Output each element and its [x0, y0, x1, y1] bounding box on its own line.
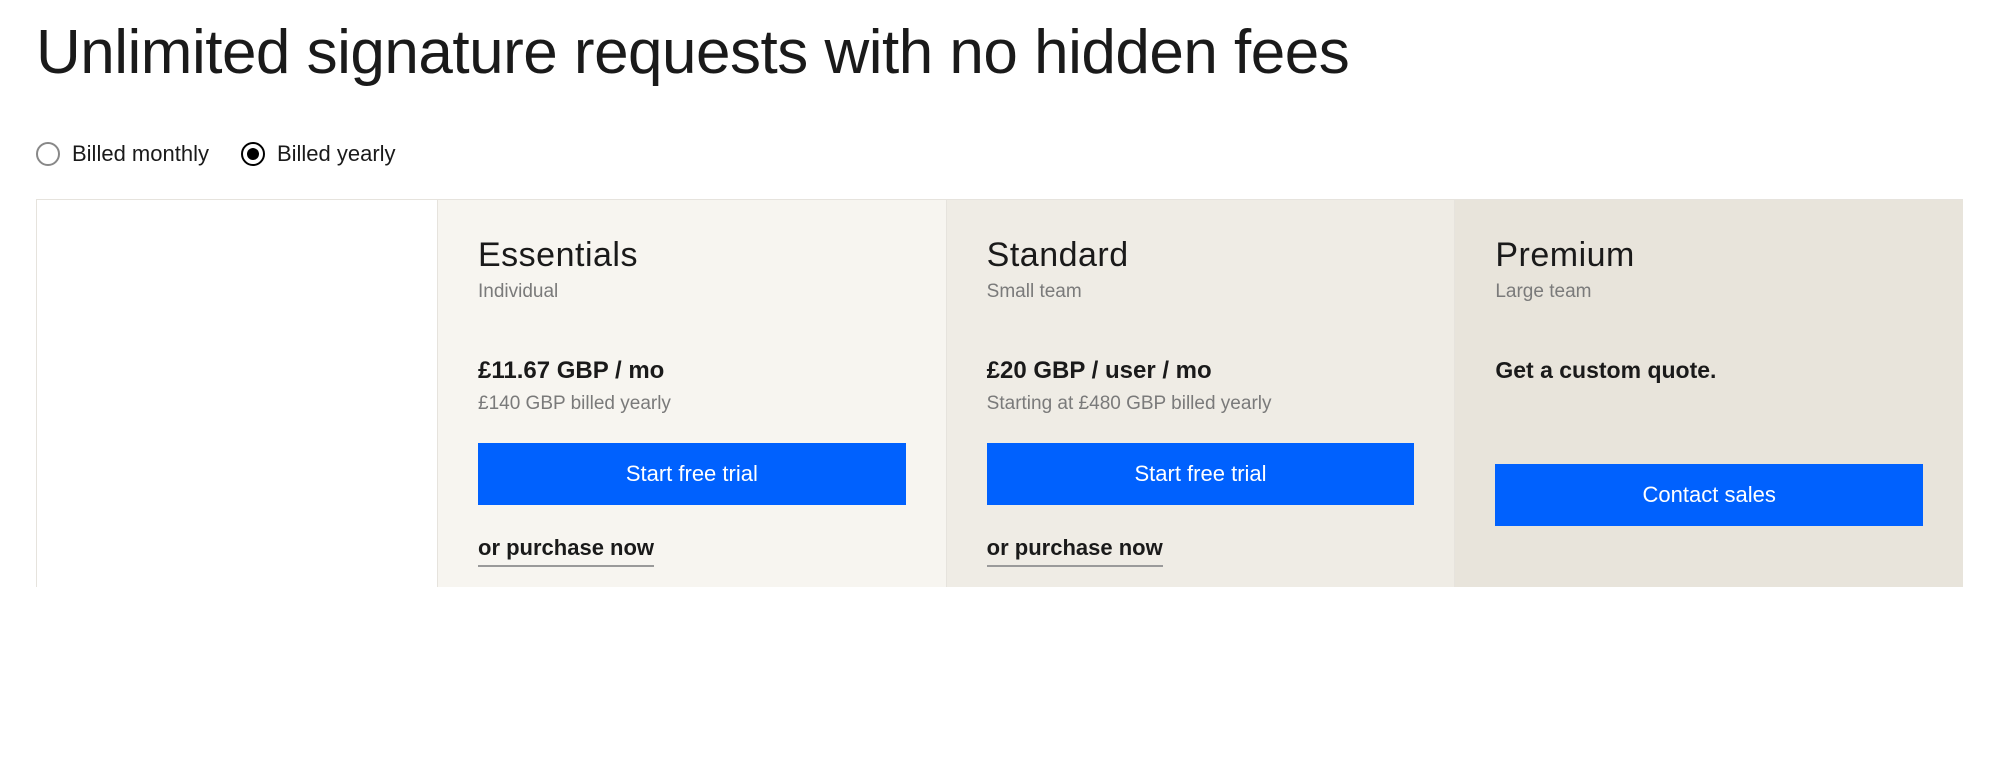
plans-row: Essentials Individual £11.67 GBP / mo £1… [36, 199, 1963, 587]
billed-monthly-radio[interactable]: Billed monthly [36, 141, 209, 167]
plan-audience: Small team [987, 281, 1415, 303]
billed-yearly-radio[interactable]: Billed yearly [241, 141, 396, 167]
plan-quote: Get a custom quote. [1495, 357, 1923, 384]
plan-card-standard: Standard Small team £20 GBP / user / mo … [946, 200, 1455, 587]
plan-audience: Large team [1495, 281, 1923, 303]
billed-yearly-label: Billed yearly [277, 141, 396, 167]
billed-monthly-label: Billed monthly [72, 141, 209, 167]
start-free-trial-button[interactable]: Start free trial [987, 443, 1415, 505]
plan-audience: Individual [478, 281, 906, 303]
purchase-now-link[interactable]: or purchase now [987, 535, 1163, 567]
plan-price: £20 GBP / user / mo [987, 357, 1415, 385]
radio-selected-icon [241, 142, 265, 166]
plan-card-essentials: Essentials Individual £11.67 GBP / mo £1… [437, 200, 946, 587]
radio-unselected-icon [36, 142, 60, 166]
contact-sales-button[interactable]: Contact sales [1495, 464, 1923, 526]
plan-card-premium: Premium Large team Get a custom quote. C… [1454, 200, 1963, 587]
billing-toggle: Billed monthly Billed yearly [36, 141, 1963, 167]
plans-spacer [37, 200, 437, 587]
purchase-now-link[interactable]: or purchase now [478, 535, 654, 567]
plan-price: £11.67 GBP / mo [478, 357, 906, 385]
plan-name: Standard [987, 236, 1415, 275]
start-free-trial-button[interactable]: Start free trial [478, 443, 906, 505]
plan-name: Premium [1495, 236, 1923, 275]
plan-name: Essentials [478, 236, 906, 275]
plan-sub: £140 GBP billed yearly [478, 393, 906, 417]
plan-sub: Starting at £480 GBP billed yearly [987, 393, 1415, 417]
page-title: Unlimited signature requests with no hid… [36, 20, 1963, 87]
